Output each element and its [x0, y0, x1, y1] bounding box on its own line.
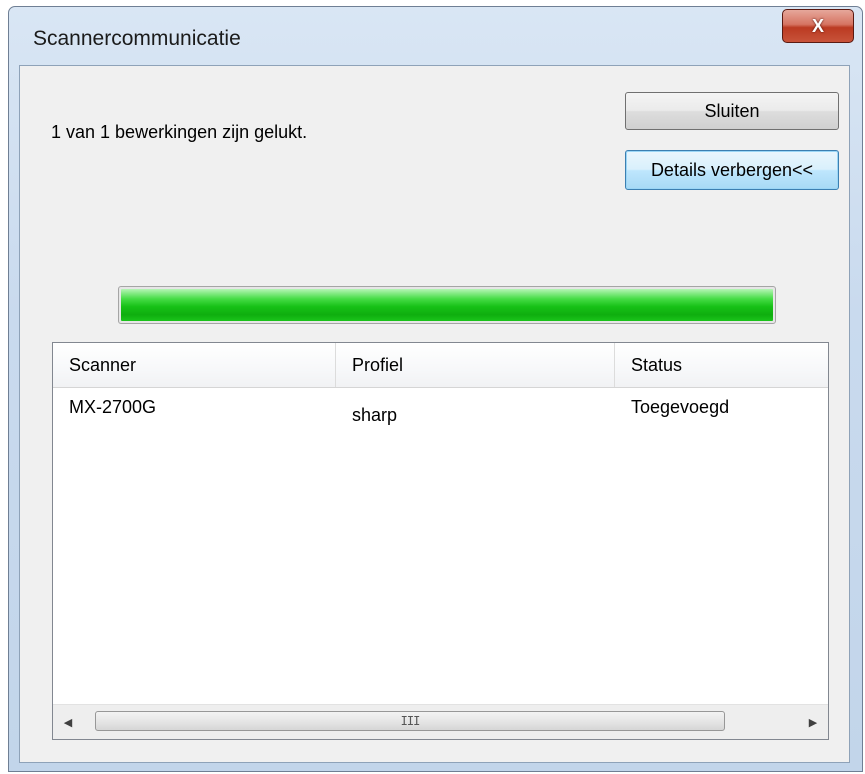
title-bar[interactable]: Scannercommunicatie X: [9, 7, 862, 67]
progress-fill: [121, 289, 773, 321]
dialog-client-area: 1 van 1 bewerkingen zijn gelukt. Sluiten…: [19, 65, 850, 763]
progress-bar: [118, 286, 776, 324]
hide-details-button-label: Details verbergen<<: [650, 159, 814, 180]
results-list[interactable]: Scanner Profiel Status MX-2700G sharp To…: [52, 342, 829, 740]
column-header-profile[interactable]: Profiel: [336, 343, 615, 387]
dialog-window: Scannercommunicatie X 1 van 1 bewerkinge…: [8, 6, 863, 772]
column-header-status[interactable]: Status: [615, 343, 830, 387]
close-icon: X: [811, 15, 824, 36]
scroll-right-arrow-icon[interactable]: ▶: [798, 705, 828, 739]
scrollbar-thumb[interactable]: III: [95, 711, 725, 731]
sluiten-button-label: Sluiten: [704, 100, 760, 121]
cell-status: Toegevoegd: [631, 397, 730, 417]
grip-icon: III: [400, 714, 421, 728]
close-window-button[interactable]: X: [782, 9, 854, 43]
cell-profile: sharp: [352, 405, 398, 425]
window-title: Scannercommunicatie: [33, 27, 241, 50]
horizontal-scrollbar[interactable]: ◀ III ▶: [53, 704, 828, 739]
list-header: Scanner Profiel Status: [53, 343, 828, 388]
hide-details-button[interactable]: Details verbergen<<: [625, 150, 839, 190]
cell-scanner: MX-2700G: [69, 397, 157, 417]
sluiten-button[interactable]: Sluiten: [625, 92, 839, 130]
column-header-scanner[interactable]: Scanner: [53, 343, 336, 387]
scroll-left-arrow-icon[interactable]: ◀: [53, 705, 83, 739]
status-message: 1 van 1 bewerkingen zijn gelukt.: [51, 122, 308, 142]
